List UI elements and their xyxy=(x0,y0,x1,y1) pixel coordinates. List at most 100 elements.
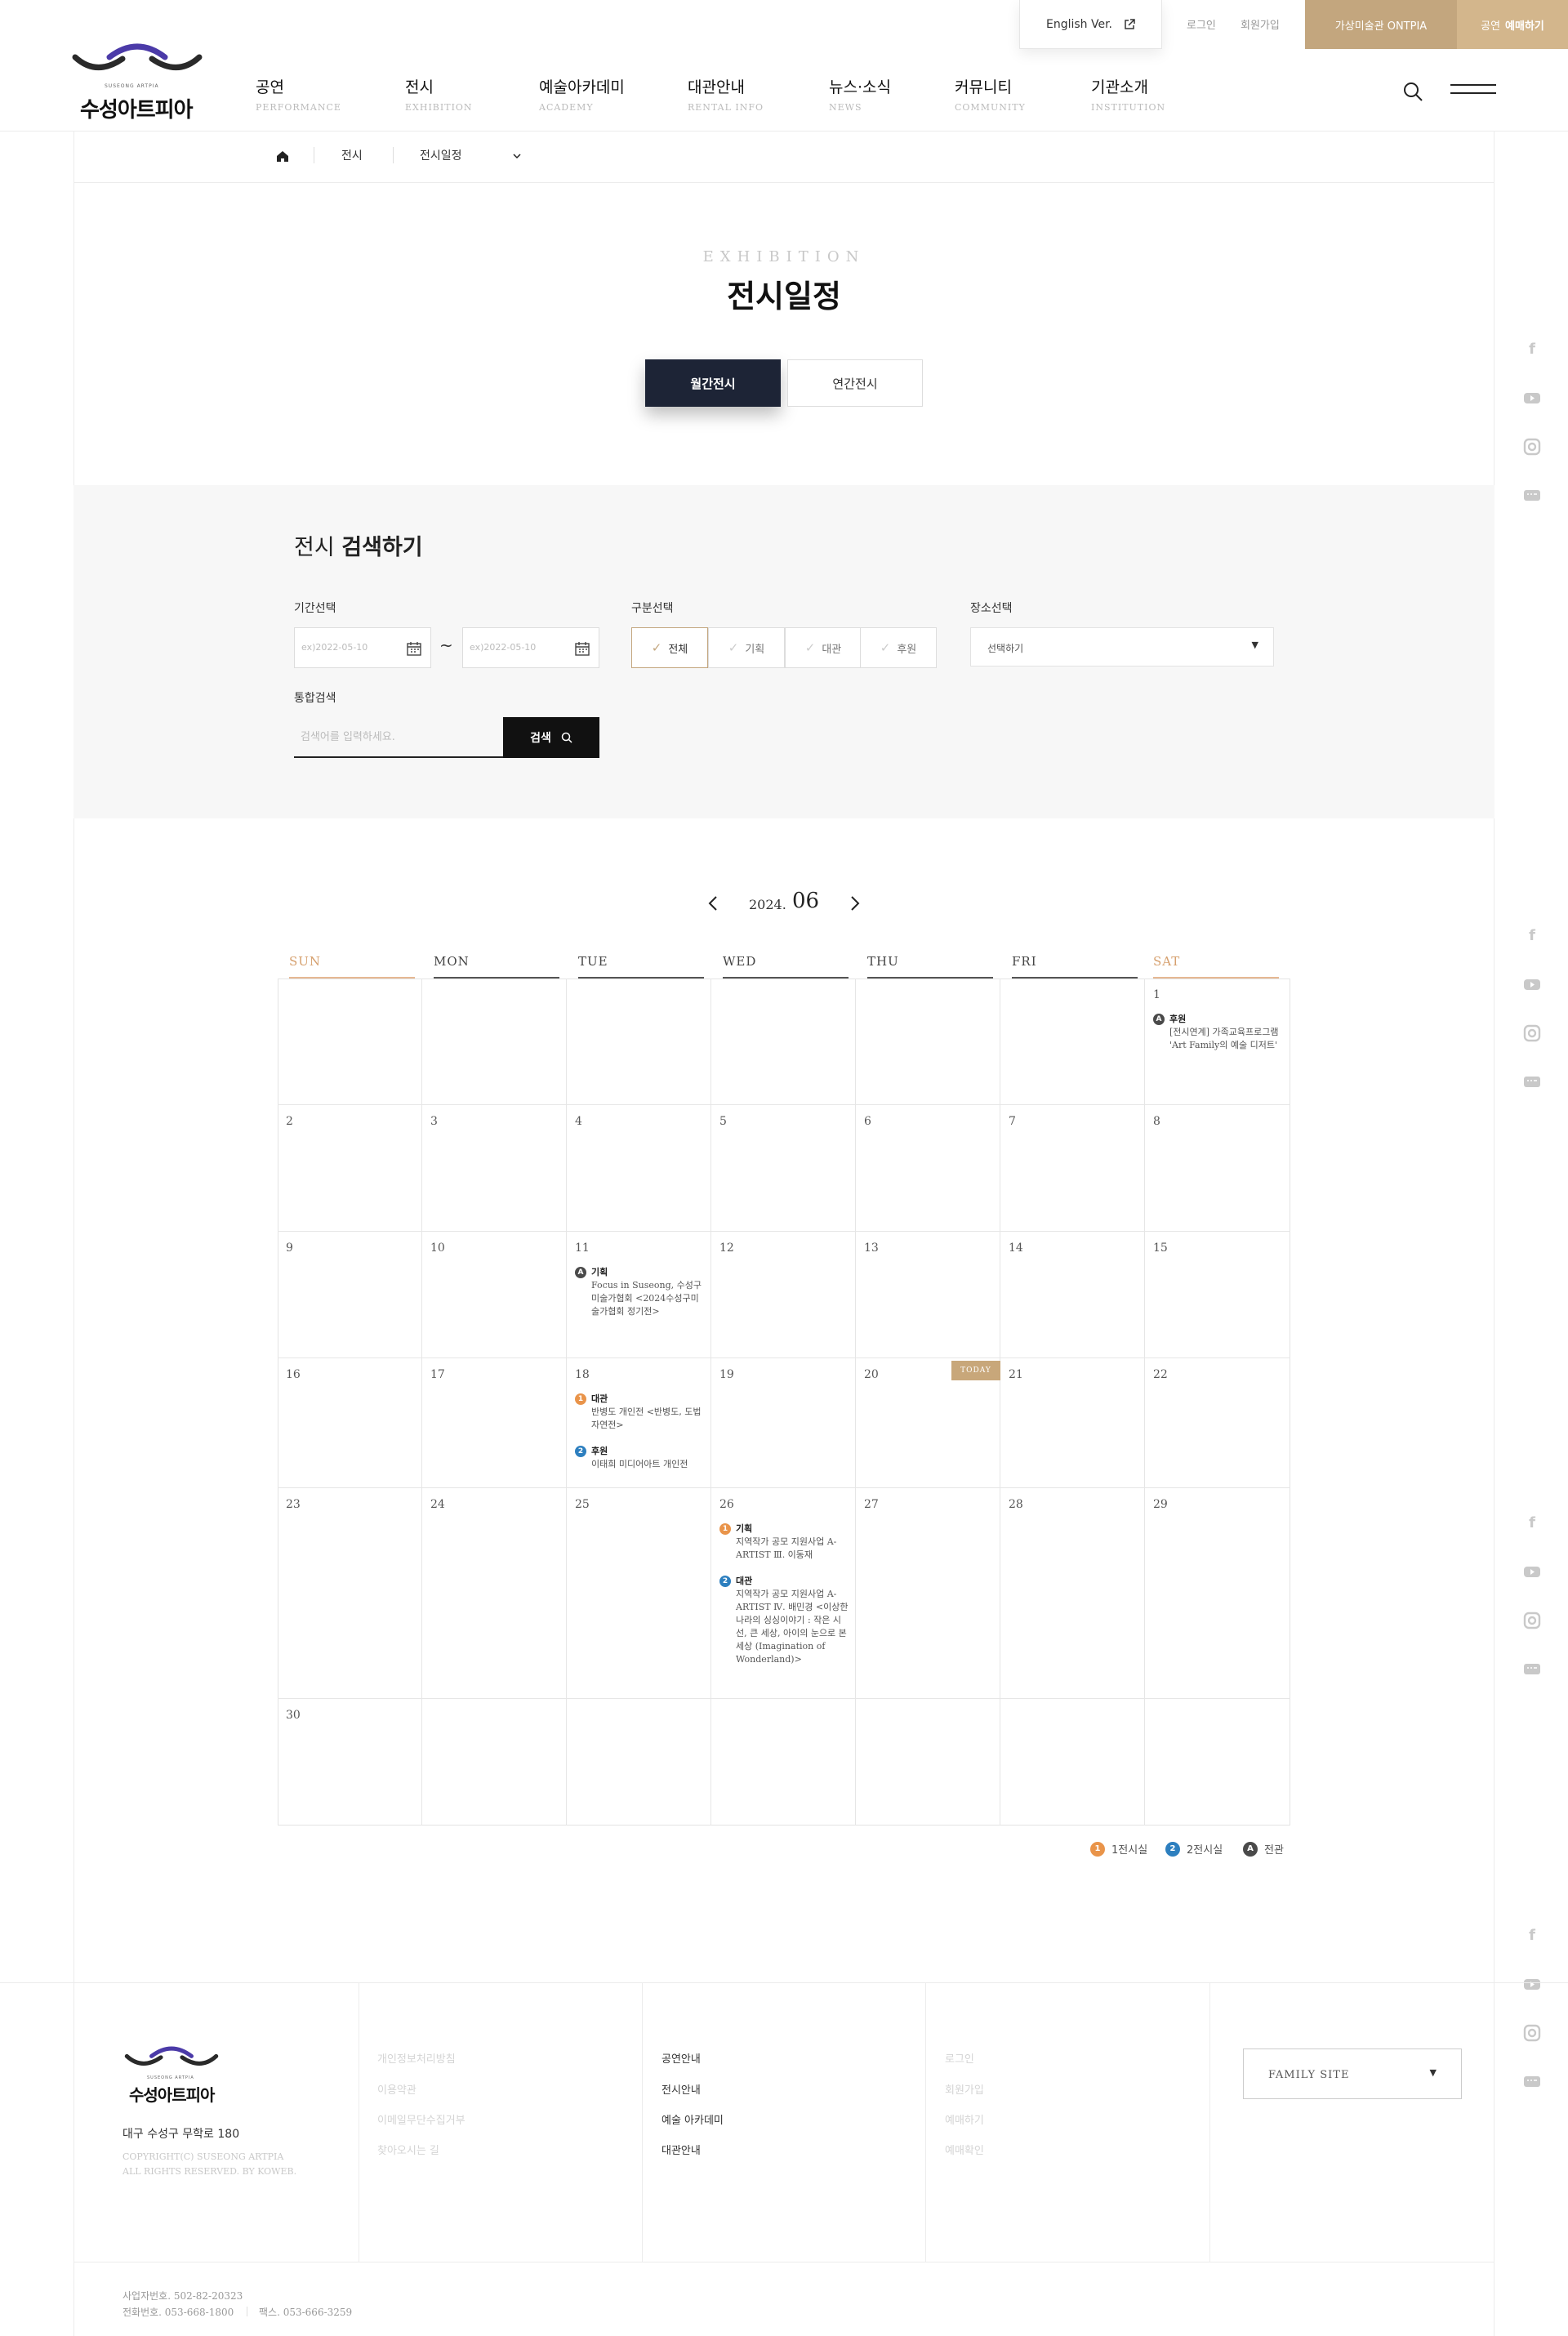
event-item[interactable]: A 기획 Focus in Suseong, 수성구미술가협회 <2024수성구미… xyxy=(575,1266,706,1318)
footer-link-rental[interactable]: 대관안내 xyxy=(662,2142,701,2157)
nav-institution[interactable]: 기관소개 INSTITUTION xyxy=(1091,75,1165,113)
category-rental[interactable]: ✓ 대관 xyxy=(785,627,862,668)
search-button[interactable]: 검색 xyxy=(503,717,599,758)
calendar-cell-day-8[interactable]: 8 xyxy=(1145,1105,1290,1232)
ontpia-link[interactable]: 가상미술관 ONTPIA xyxy=(1305,0,1457,49)
breadcrumb-level1[interactable]: 전시 xyxy=(341,147,363,163)
nav-exhibition[interactable]: 전시 EXHIBITION xyxy=(405,75,473,113)
calendar-cell-day-3[interactable]: 3 xyxy=(422,1105,567,1232)
youtube-icon[interactable] xyxy=(1522,1562,1542,1581)
hamburger-menu-icon[interactable] xyxy=(1450,84,1496,100)
event-item[interactable]: 1 대관 반병도 개인전 <반병도, 도법자연전> xyxy=(575,1393,706,1432)
instagram-icon[interactable] xyxy=(1522,437,1542,457)
calendar-cell-day-29[interactable]: 29 xyxy=(1145,1488,1290,1699)
calendar-cell-day-11[interactable]: 11 A 기획 Focus in Suseong, 수성구미술가협회 <2024수… xyxy=(567,1232,711,1358)
instagram-icon[interactable] xyxy=(1522,1023,1542,1043)
calendar-cell-day-10[interactable]: 10 xyxy=(422,1232,567,1358)
facebook-icon[interactable]: f xyxy=(1522,339,1542,359)
blog-icon[interactable] xyxy=(1522,1660,1542,1679)
footer-link-terms[interactable]: 이용약관 xyxy=(377,2081,416,2097)
date-to-field[interactable]: ex)2022-05-10 xyxy=(462,627,599,668)
facebook-icon[interactable]: f xyxy=(1522,1925,1542,1945)
event-item[interactable]: 2 후원 이태희 미디어아트 개인전 xyxy=(575,1445,706,1471)
footer-link-academy[interactable]: 예술 아카데미 xyxy=(662,2111,724,2127)
event-item[interactable]: 2 대관 지역작가 공모 지원사업 A-ARTIST Ⅳ. 배민경 <이상한 나라… xyxy=(719,1575,850,1666)
calendar-cell-day-7[interactable]: 7 xyxy=(1000,1105,1145,1232)
facebook-icon[interactable]: f xyxy=(1522,925,1542,945)
youtube-icon[interactable] xyxy=(1522,388,1542,408)
english-version-link[interactable]: English Ver. xyxy=(1019,0,1162,49)
category-sponsor[interactable]: ✓ 후원 xyxy=(860,627,937,668)
calendar-cell-day-28[interactable]: 28 xyxy=(1000,1488,1145,1699)
instagram-icon[interactable] xyxy=(1522,2023,1542,2043)
blog-icon[interactable] xyxy=(1522,1072,1542,1092)
reserve-link[interactable]: 공연 예매하기 xyxy=(1457,0,1568,49)
calendar-cell-day-24[interactable]: 24 xyxy=(422,1488,567,1699)
family-site-select[interactable]: FAMILY SITE ▼ xyxy=(1243,2048,1462,2099)
nav-performance[interactable]: 공연 PERFORMANCE xyxy=(256,75,341,113)
calendar-cell-day-16[interactable]: 16 xyxy=(278,1358,422,1488)
calendar-cell-day-17[interactable]: 17 xyxy=(422,1358,567,1488)
calendar-cell-day-2[interactable]: 2 xyxy=(278,1105,422,1232)
calendar-cell-day-6[interactable]: 6 xyxy=(856,1105,1000,1232)
date-from-field[interactable]: ex)2022-05-10 xyxy=(294,627,431,668)
calendar-cell-day-27[interactable]: 27 xyxy=(856,1488,1000,1699)
calendar-cell-day-15[interactable]: 15 xyxy=(1145,1232,1290,1358)
calendar-cell-day-22[interactable]: 22 xyxy=(1145,1358,1290,1488)
calendar-cell-day-9[interactable]: 9 xyxy=(278,1232,422,1358)
category-planned[interactable]: ✓ 기획 xyxy=(708,627,785,668)
instagram-icon[interactable] xyxy=(1522,1611,1542,1630)
footer-link-exhibition[interactable]: 전시안내 xyxy=(662,2081,701,2097)
site-logo[interactable]: SUSEONG ARTPIA 수성아트피아 xyxy=(72,41,203,123)
tab-yearly[interactable]: 연간전시 xyxy=(787,359,923,407)
youtube-icon[interactable] xyxy=(1522,1974,1542,1994)
chevron-right-icon[interactable] xyxy=(844,894,864,913)
place-select[interactable]: 선택하기 ▼ xyxy=(970,627,1274,666)
calendar-cell-day-21[interactable]: 21 xyxy=(1000,1358,1145,1488)
footer-link-reserve[interactable]: 예매하기 xyxy=(945,2111,984,2127)
nav-news[interactable]: 뉴스·소식 NEWS xyxy=(829,75,891,113)
search-icon[interactable] xyxy=(1401,80,1424,103)
keyword-input[interactable] xyxy=(294,717,503,758)
chevron-down-icon[interactable] xyxy=(512,152,522,160)
breadcrumb-level2[interactable]: 전시일정 xyxy=(420,147,462,163)
nav-rental[interactable]: 대관안내 RENTAL INFO xyxy=(688,75,764,113)
footer-logo[interactable]: SUSEONG ARTPIA 수성아트피아 xyxy=(122,2044,220,2110)
day-number: 18 xyxy=(575,1368,590,1381)
nav-community[interactable]: 커뮤니티 COMMUNITY xyxy=(955,75,1026,113)
calendar-cell-day-14[interactable]: 14 xyxy=(1000,1232,1145,1358)
signup-link[interactable]: 회원가입 xyxy=(1241,16,1280,32)
login-link[interactable]: 로그인 xyxy=(1187,16,1216,32)
calendar-cell-day-1[interactable]: 1 A 후원 [전시연계] 가족교육프로그램 'Art Family의 예술 디저… xyxy=(1145,979,1290,1105)
facebook-icon[interactable]: f xyxy=(1522,1513,1542,1532)
calendar-cell-day-30[interactable]: 30 xyxy=(278,1699,422,1826)
blog-icon[interactable] xyxy=(1522,486,1542,506)
footer-link-signup[interactable]: 회원가입 xyxy=(945,2081,984,2097)
footer-link-email-refusal[interactable]: 이메일무단수집거부 xyxy=(377,2111,466,2127)
calendar-icon[interactable] xyxy=(406,640,422,657)
calendar-cell-day-18[interactable]: 18 1 대관 반병도 개인전 <반병도, 도법자연전> 2 후원 이태희 미디어아… xyxy=(567,1358,711,1488)
footer-link-privacy[interactable]: 개인정보처리방침 xyxy=(377,2050,456,2066)
calendar-cell-day-23[interactable]: 23 xyxy=(278,1488,422,1699)
calendar-cell-day-13[interactable]: 13 xyxy=(856,1232,1000,1358)
calendar-cell-day-25[interactable]: 25 xyxy=(567,1488,711,1699)
blog-icon[interactable] xyxy=(1522,2072,1542,2092)
home-icon[interactable] xyxy=(276,149,289,163)
youtube-icon[interactable] xyxy=(1522,974,1542,994)
calendar-cell-day-4[interactable]: 4 xyxy=(567,1105,711,1232)
calendar-icon[interactable] xyxy=(574,640,590,657)
calendar-cell-day-12[interactable]: 12 xyxy=(711,1232,856,1358)
footer-link-login[interactable]: 로그인 xyxy=(945,2050,974,2066)
tab-monthly[interactable]: 월간전시 xyxy=(645,359,781,407)
calendar-cell-day-19[interactable]: 19 xyxy=(711,1358,856,1488)
chevron-left-icon[interactable] xyxy=(704,894,724,913)
category-all[interactable]: ✓ 전체 xyxy=(631,627,708,668)
event-item[interactable]: A 후원 [전시연계] 가족교육프로그램 'Art Family의 예술 디저트' xyxy=(1153,1013,1284,1052)
calendar-cell-day-5[interactable]: 5 xyxy=(711,1105,856,1232)
footer-link-performance[interactable]: 공연안내 xyxy=(662,2050,701,2066)
event-item[interactable]: 1 기획 지역작가 공모 지원사업 A-ARTIST Ⅲ. 이동재 xyxy=(719,1522,850,1562)
nav-academy[interactable]: 예술아카데미 ACADEMY xyxy=(539,75,625,113)
footer-link-reserve-check[interactable]: 예매확인 xyxy=(945,2142,984,2157)
calendar-cell-day-26[interactable]: 26 1 기획 지역작가 공모 지원사업 A-ARTIST Ⅲ. 이동재 2 대관 … xyxy=(711,1488,856,1699)
footer-link-directions[interactable]: 찾아오시는 길 xyxy=(377,2142,439,2157)
